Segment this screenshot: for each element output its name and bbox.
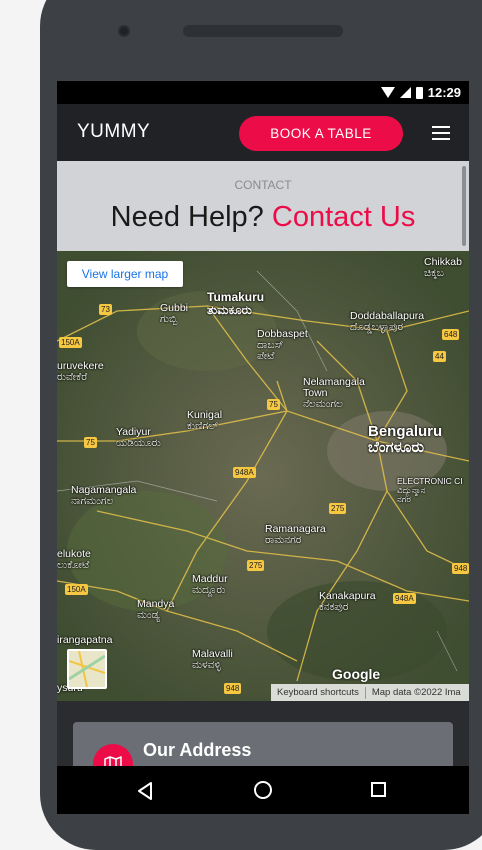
menu-icon[interactable] — [432, 126, 450, 140]
map-place: irangapatna — [57, 634, 113, 646]
view-larger-map-link[interactable]: View larger map — [67, 261, 183, 287]
map-place: Doddaballapura ದೊಡ್ಡಬಳ್ಳಾಪುರ — [350, 310, 425, 333]
road-shield: 75 — [267, 399, 280, 410]
android-nav-bar — [57, 766, 469, 814]
road-shield: 948 — [452, 563, 469, 574]
road-shield: 275 — [247, 560, 265, 571]
road-shield: 948 — [224, 683, 242, 694]
road-shield: 75 — [84, 437, 97, 448]
back-icon[interactable] — [137, 782, 153, 800]
status-time: 12:29 — [427, 85, 461, 100]
earpiece-speaker — [183, 25, 343, 37]
front-camera — [118, 25, 130, 37]
status-bar: 12:29 — [57, 81, 469, 104]
road-shield: 648 — [442, 329, 460, 340]
road-shield: 150A — [59, 337, 82, 348]
map-footer: Keyboard shortcuts Map data ©2022 Ima — [271, 684, 469, 701]
map-place: Tumakuru ತುಮಕೂರು — [207, 290, 265, 317]
contact-section-header: CONTACT Need Help? Contact Us — [57, 161, 469, 251]
map-place: Dobbaspet ದಾಬಸ್ ಪೇಟೆ — [257, 328, 308, 362]
map-thumbnail-icon — [69, 651, 105, 687]
map-data-attribution: Map data ©2022 Ima — [371, 687, 461, 698]
section-title: Need Help? Contact Us — [57, 201, 469, 234]
footer-separator — [364, 686, 366, 699]
road-shield: 73 — [99, 304, 112, 315]
recent-apps-icon[interactable] — [371, 782, 386, 797]
battery-icon — [415, 86, 423, 99]
map-place: elukote ಲುಕೋಟೆ — [57, 548, 91, 571]
wifi-icon — [380, 87, 395, 98]
home-icon[interactable] — [254, 781, 272, 799]
map-place: Nelamangala Town ನೆಲಮಂಗಲ — [303, 376, 365, 410]
map-place: Mandya ಮಂಡ್ಯ — [137, 598, 175, 621]
map-type-toggle[interactable] — [67, 649, 107, 689]
map-place: Nagamangala ನಾಗಮಂಗಲ — [71, 484, 137, 507]
address-title: Our Address — [143, 740, 252, 760]
title-accent: Contact Us — [271, 201, 416, 233]
road-shield: 44 — [433, 351, 446, 362]
road-shield: 948A — [393, 593, 416, 604]
map-place: Kanakapura ಕನಕಪುರ — [319, 590, 376, 613]
map-place: ELECTRONIC CI ವಿದ್ಯುನ್ಮಾನ ನಗರ — [397, 476, 463, 504]
map-place: Gubbi ಗುಬ್ಬಿ — [160, 302, 189, 325]
map-place: Maddur ಮದ್ದೂರು — [192, 573, 228, 596]
title-plain: Need Help? — [110, 201, 264, 233]
site-logo[interactable]: YUMMY — [77, 121, 150, 143]
map-place: Ramanagara ರಾಮನಗರ — [265, 523, 326, 546]
section-label: CONTACT — [234, 178, 292, 192]
scrollbar[interactable] — [462, 166, 466, 246]
site-header: YUMMY BOOK A TABLE — [57, 104, 469, 161]
address-section: Our Address — [57, 701, 469, 784]
road-shield: 275 — [329, 503, 347, 514]
map-place: Bengaluru ಬೆಂಗಳೂರು — [368, 423, 443, 456]
signal-icon — [399, 87, 411, 98]
keyboard-shortcuts-link[interactable]: Keyboard shortcuts — [277, 687, 359, 698]
map-place: Malavalli ಮಳವಳ್ಳಿ — [192, 648, 233, 671]
map-place: uruvekere ರುವೇಕೆರೆ — [57, 360, 104, 383]
book-a-table-button[interactable]: BOOK A TABLE — [239, 116, 403, 151]
google-map[interactable]: View larger map Tumakuru ತುಮಕೂರು Gubbi ಗ… — [57, 251, 469, 701]
map-place: Kunigal ಕುಣಿಗಲ್ — [187, 409, 223, 432]
map-place: Chikkab ಚಿಕ್ಕಬ — [424, 256, 462, 279]
road-shield: 948A — [233, 467, 256, 478]
road-shield: 150A — [65, 584, 88, 595]
phone-screen: 12:29 YUMMY BOOK A TABLE CONTACT Need He… — [57, 81, 469, 814]
google-logo: Google — [332, 666, 381, 682]
map-place: Yadiyur ಯಡಿಯೂರು — [116, 426, 161, 449]
